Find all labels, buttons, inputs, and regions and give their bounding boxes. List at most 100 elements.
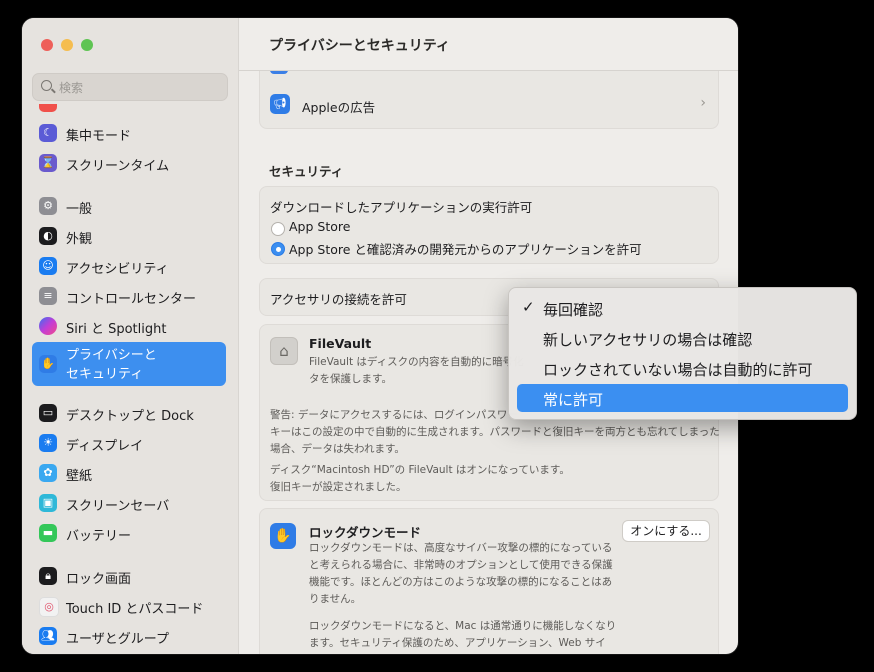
lockdown-card: ✋ ロックダウンモード オンにする... ロックダウンモードは、高度なサイバー攻… bbox=[259, 508, 719, 654]
lockdown-desc-4: りません。 bbox=[309, 593, 362, 605]
sidebar-item-label: 外観 bbox=[66, 232, 93, 247]
accessibility-icon: ☺ bbox=[39, 257, 57, 275]
accessory-label: アクセサリの接続を許可 bbox=[270, 292, 407, 307]
appearance-icon: ◐ bbox=[39, 227, 57, 245]
display-icon: ☀ bbox=[39, 434, 57, 452]
sidebar-item-general[interactable]: ⚙ 一般 bbox=[32, 193, 226, 219]
wallpaper-icon: ✿ bbox=[39, 464, 57, 482]
sidebar-item-control-center[interactable]: ≡ コントロールセンター bbox=[32, 283, 226, 309]
house-lock-icon: ⌂ bbox=[270, 337, 298, 365]
zoom-window-button[interactable] bbox=[81, 39, 93, 51]
menu-item-auto-when-unlocked[interactable]: ロックされていない場合は自動的に許可 bbox=[517, 354, 848, 382]
filevault-warning-2: キーはこの設定の中で自動的に生成されます。パスワードと復旧キーを両方とも忘れてし… bbox=[270, 426, 720, 438]
hand-icon: ✋ bbox=[39, 355, 57, 373]
close-window-button[interactable] bbox=[41, 39, 53, 51]
sidebar-item-label: プライバシーと セキュリティ bbox=[66, 348, 157, 382]
lockdown-desc: ロックダウンモードは、高度なサイバー攻撃の標的になっている bbox=[309, 542, 613, 554]
security-heading: セキュリティ bbox=[269, 164, 344, 179]
sidebar-item-battery[interactable]: ▬ バッテリー bbox=[32, 520, 226, 546]
menu-item-ask-new-accessories[interactable]: 新しいアクセサリの場合は確認 bbox=[517, 324, 848, 352]
sidebar: 検索 ☾ 集中モード ⌛ スクリーンタイム ⚙ 一般 ◐ 外観 ☺ アクセシビリ… bbox=[22, 18, 239, 654]
search-icon bbox=[41, 80, 52, 91]
lockdown-desc-3: 機能です。ほとんどの方はこのような攻撃の標的になることはあ bbox=[309, 576, 613, 588]
menu-item-ask-every-time[interactable]: ✓ 毎回確認 bbox=[517, 294, 848, 322]
sidebar-item-appearance[interactable]: ◐ 外観 bbox=[32, 223, 226, 249]
checkmark-icon: ✓ bbox=[522, 298, 535, 316]
search-placeholder: 検索 bbox=[59, 81, 84, 95]
titlebar: プライバシーとセキュリティ bbox=[239, 18, 738, 71]
apple-ads-label: Appleの広告 bbox=[302, 100, 376, 115]
download-permission-title: ダウンロードしたアプリケーションの実行許可 bbox=[270, 200, 533, 215]
radio-app-store[interactable] bbox=[271, 222, 285, 236]
filevault-warning-3: 場合、データは失われます。 bbox=[270, 443, 405, 455]
sidebar-item-label: 壁紙 bbox=[66, 469, 93, 484]
megaphone-icon: 📢︎ bbox=[270, 94, 290, 114]
filevault-desc-2: タを保護します。 bbox=[309, 373, 392, 385]
lockdown-title: ロックダウンモード bbox=[309, 525, 422, 540]
moon-icon: ☾ bbox=[39, 124, 57, 142]
sidebar-item-focus[interactable]: ☾ 集中モード bbox=[32, 120, 226, 146]
battery-icon: ▬ bbox=[39, 524, 57, 542]
control-center-icon: ≡ bbox=[39, 287, 57, 305]
sidebar-item-privacy-security[interactable]: ✋ プライバシーと セキュリティ bbox=[32, 342, 226, 386]
sidebar-item-screen-time[interactable]: ⌛ スクリーンタイム bbox=[32, 150, 226, 176]
lockdown-turn-on-button[interactable]: オンにする... bbox=[622, 520, 710, 542]
sidebar-item-label: Touch ID とパスコード bbox=[66, 602, 204, 617]
sidebar-item-displays[interactable]: ☀ ディスプレイ bbox=[32, 430, 226, 456]
filevault-desc: FileVault はディスクの内容を自動的に暗号化 bbox=[309, 356, 524, 368]
sidebar-item-lock-screen[interactable]: 🔒︎ ロック画面 bbox=[32, 563, 226, 589]
sidebar-item-label: コントロールセンター bbox=[66, 292, 197, 307]
radio-app-store-label: App Store bbox=[289, 219, 351, 234]
notifications-icon bbox=[39, 104, 57, 112]
sidebar-item-label: スクリーンタイム bbox=[66, 159, 170, 174]
sidebar-item-label: ディスプレイ bbox=[66, 439, 144, 454]
sidebar-item-label: Siri と Spotlight bbox=[66, 322, 167, 337]
dock-icon: ▭ bbox=[39, 404, 57, 422]
hand-icon: ✋ bbox=[270, 523, 296, 549]
sidebar-item-label: デスクトップと Dock bbox=[66, 409, 194, 424]
sidebar-item-accessibility[interactable]: ☺ アクセシビリティ bbox=[32, 253, 226, 279]
lockdown-desc-5: ロックダウンモードになると、Mac は通常通りに機能しなくなり bbox=[309, 620, 617, 632]
sidebar-item-partial[interactable] bbox=[32, 104, 226, 114]
gear-icon: ⚙ bbox=[39, 197, 57, 215]
fingerprint-icon: ◎ bbox=[39, 597, 59, 617]
minimize-window-button[interactable] bbox=[61, 39, 73, 51]
accessory-popup-menu: ✓ 毎回確認 新しいアクセサリの場合は確認 ロックされていない場合は自動的に許可… bbox=[508, 287, 857, 420]
filevault-warning: 警告: データにアクセスするには、ログインパスワー bbox=[270, 409, 518, 421]
sidebar-item-label: 集中モード bbox=[66, 129, 132, 144]
filevault-title: FileVault bbox=[309, 336, 372, 351]
sidebar-item-label: スクリーンセーバ bbox=[66, 499, 170, 514]
sidebar-item-desktop-dock[interactable]: ▭ デスクトップと Dock bbox=[32, 400, 226, 426]
sidebar-item-siri[interactable]: Siri と Spotlight bbox=[32, 313, 226, 339]
radio-app-store-identified-label: App Store と確認済みの開発元からのアプリケーションを許可 bbox=[289, 242, 642, 257]
menu-item-label: 新しいアクセサリの場合は確認 bbox=[543, 331, 753, 349]
sidebar-item-users-groups[interactable]: 👥︎ ユーザとグループ bbox=[32, 623, 226, 649]
apple-ads-card: 📢︎ Appleの広告 › bbox=[259, 66, 719, 129]
sidebar-item-label: アクセシビリティ bbox=[66, 262, 169, 277]
screensaver-icon: ▣ bbox=[39, 494, 57, 512]
sidebar-item-label: ロック画面 bbox=[66, 572, 132, 587]
search-field[interactable]: 検索 bbox=[32, 73, 228, 101]
menu-item-always-allow[interactable]: 常に許可 bbox=[517, 384, 848, 412]
lock-icon: 🔒︎ bbox=[39, 567, 57, 585]
lockdown-desc-2: と考えられる場合に、非常時のオプションとして使用できる保護 bbox=[309, 559, 613, 571]
hourglass-icon: ⌛ bbox=[39, 154, 57, 172]
sidebar-item-touch-id[interactable]: ◎ Touch ID とパスコード bbox=[32, 593, 226, 619]
siri-icon bbox=[39, 317, 57, 335]
page-title: プライバシーとセキュリティ bbox=[269, 38, 450, 54]
sidebar-item-label: バッテリー bbox=[66, 529, 132, 544]
menu-item-label: ロックされていない場合は自動的に許可 bbox=[543, 361, 813, 379]
sidebar-item-wallpaper[interactable]: ✿ 壁紙 bbox=[32, 460, 226, 486]
users-icon: 👥︎ bbox=[39, 627, 57, 645]
chevron-right-icon[interactable]: › bbox=[700, 95, 706, 111]
filevault-status-2: 復旧キーが設定されました。 bbox=[270, 481, 407, 493]
menu-item-label: 常に許可 bbox=[543, 391, 604, 409]
download-permission-card: ダウンロードしたアプリケーションの実行許可 App Store App Stor… bbox=[259, 186, 719, 264]
menu-item-label: 毎回確認 bbox=[543, 301, 604, 319]
sidebar-item-label: ユーザとグループ bbox=[66, 632, 169, 647]
radio-app-store-identified[interactable] bbox=[271, 242, 285, 256]
filevault-status: ディスク“Macintosh HD”の FileVault はオンになっています… bbox=[270, 464, 570, 476]
sidebar-item-label: 一般 bbox=[66, 202, 93, 217]
lockdown-desc-6: ます。セキュリティ保護のため、アプリケーション、Web サイ bbox=[309, 637, 606, 649]
sidebar-item-screensaver[interactable]: ▣ スクリーンセーバ bbox=[32, 490, 226, 516]
